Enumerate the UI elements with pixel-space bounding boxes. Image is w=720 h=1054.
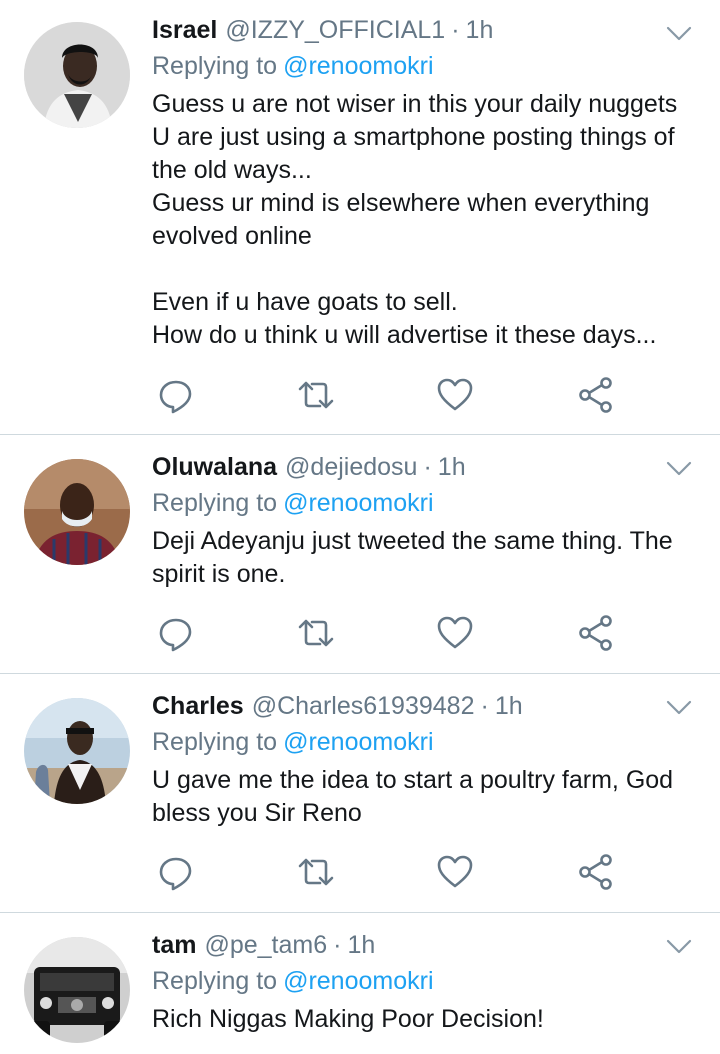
avatar[interactable] xyxy=(24,698,130,804)
username[interactable]: @Charles61939482 xyxy=(252,692,475,720)
tweet-line: How do u think u will advertise it these… xyxy=(152,321,657,349)
retweet-button[interactable] xyxy=(296,375,336,415)
avatar-image xyxy=(24,937,130,1043)
replying-to: Replying to @renoomokri xyxy=(152,726,690,758)
mention-link[interactable]: @renoomokri xyxy=(283,728,433,756)
like-icon xyxy=(437,616,473,649)
avatar-image xyxy=(24,459,130,565)
tweet-line: the old ways... xyxy=(152,156,312,184)
tweet-line: spirit is one. xyxy=(152,560,286,588)
separator: · xyxy=(333,931,342,959)
replying-label: Replying to xyxy=(152,728,278,756)
mention-link[interactable]: @renoomokri xyxy=(283,489,433,517)
timestamp[interactable]: 1h xyxy=(438,453,466,481)
share-icon xyxy=(579,377,612,413)
share-icon xyxy=(579,615,612,651)
share-button[interactable] xyxy=(576,375,616,415)
like-icon xyxy=(437,855,473,888)
username[interactable]: @dejiedosu xyxy=(285,453,417,481)
avatar[interactable] xyxy=(24,937,130,1043)
chevron-down-icon[interactable] xyxy=(666,24,692,44)
reply-icon xyxy=(159,380,192,414)
tweet-line: evolved online xyxy=(152,222,312,250)
timestamp[interactable]: 1h xyxy=(347,931,375,959)
reply-button[interactable] xyxy=(156,852,196,892)
like-icon xyxy=(437,378,473,411)
share-button[interactable] xyxy=(576,852,616,892)
reply-feed: Israel @IZZY_OFFICIAL1 · 1h Replying to @ren… xyxy=(0,0,720,1054)
tweet-header: tam @pe_tam6 · 1h xyxy=(152,929,690,961)
tweet-header: Israel @IZZY_OFFICIAL1 · 1h xyxy=(152,14,690,46)
tweet-israel[interactable]: Israel @IZZY_OFFICIAL1 · 1h Replying to @ren… xyxy=(0,0,720,434)
replying-to: Replying to @renoomokri xyxy=(152,487,690,519)
tweet-line: Even if u have goats to sell. xyxy=(152,288,458,316)
tweet-line: bless you Sir Reno xyxy=(152,799,362,827)
tweet-line: Guess u are not wiser in this your daily… xyxy=(152,90,678,118)
tweet-line: Guess ur mind is elsewhere when everythi… xyxy=(152,189,650,217)
display-name[interactable]: Charles xyxy=(152,692,244,720)
timestamp[interactable]: 1h xyxy=(466,16,494,44)
replying-label: Replying to xyxy=(152,52,278,80)
retweet-icon xyxy=(298,858,334,886)
share-button[interactable] xyxy=(576,613,616,653)
tweet-header: Oluwalana @dejiedosu · 1h xyxy=(152,451,690,483)
reply-button[interactable] xyxy=(156,613,196,653)
retweet-icon xyxy=(298,619,334,647)
separator: · xyxy=(451,16,460,44)
chevron-down-icon[interactable] xyxy=(666,937,692,957)
tweet-header: Charles @Charles61939482 · 1h xyxy=(152,690,690,722)
avatar-image xyxy=(24,698,130,804)
timestamp[interactable]: 1h xyxy=(495,692,523,720)
chevron-down-icon[interactable] xyxy=(666,698,692,718)
action-bar xyxy=(152,852,622,892)
username[interactable]: @IZZY_OFFICIAL1 xyxy=(225,16,445,44)
tweet-line: Rich Niggas Making Poor Decision! xyxy=(152,1005,544,1033)
share-icon xyxy=(579,854,612,890)
like-button[interactable] xyxy=(435,375,475,415)
tweet-charles[interactable]: Charles @Charles61939482 · 1h Replying to @r… xyxy=(0,674,720,912)
retweet-icon xyxy=(298,381,334,409)
avatar[interactable] xyxy=(24,22,130,128)
display-name[interactable]: Oluwalana xyxy=(152,453,277,481)
tweet-text: U gave me the idea to start a poultry fa… xyxy=(152,764,690,830)
replying-to: Replying to @renoomokri xyxy=(152,50,690,82)
display-name[interactable]: Israel xyxy=(152,16,217,44)
retweet-button[interactable] xyxy=(296,613,336,653)
tweet-text: Guess u are not wiser in this your daily… xyxy=(152,88,690,352)
tweet-line: Deji Adeyanju just tweeted the same thin… xyxy=(152,527,673,555)
like-button[interactable] xyxy=(435,852,475,892)
separator: · xyxy=(480,692,489,720)
replying-to: Replying to @renoomokri xyxy=(152,965,690,997)
reply-icon xyxy=(159,857,192,891)
tweet-line: U are just using a smartphone posting th… xyxy=(152,123,675,151)
replying-label: Replying to xyxy=(152,489,278,517)
action-bar xyxy=(152,613,622,653)
action-bar xyxy=(152,375,622,415)
chevron-down-icon[interactable] xyxy=(666,459,692,479)
tweet-text: Deji Adeyanju just tweeted the same thin… xyxy=(152,525,690,591)
mention-link[interactable]: @renoomokri xyxy=(283,52,433,80)
avatar-image xyxy=(24,22,130,128)
avatar[interactable] xyxy=(24,459,130,565)
replying-label: Replying to xyxy=(152,967,278,995)
tweet-text: Rich Niggas Making Poor Decision! xyxy=(152,1003,690,1036)
retweet-button[interactable] xyxy=(296,852,336,892)
reply-button[interactable] xyxy=(156,375,196,415)
reply-icon xyxy=(159,618,192,652)
tweet-line: U gave me the idea to start a poultry fa… xyxy=(152,766,674,794)
like-button[interactable] xyxy=(435,613,475,653)
tweet-oluwalana[interactable]: Oluwalana @dejiedosu · 1h Replying to @renoo… xyxy=(0,435,720,673)
mention-link[interactable]: @renoomokri xyxy=(283,967,433,995)
display-name[interactable]: tam xyxy=(152,931,196,959)
tweet-tam[interactable]: tam @pe_tam6 · 1h Replying to @renoomokri Ri… xyxy=(0,913,720,1054)
username[interactable]: @pe_tam6 xyxy=(204,931,327,959)
separator: · xyxy=(423,453,432,481)
